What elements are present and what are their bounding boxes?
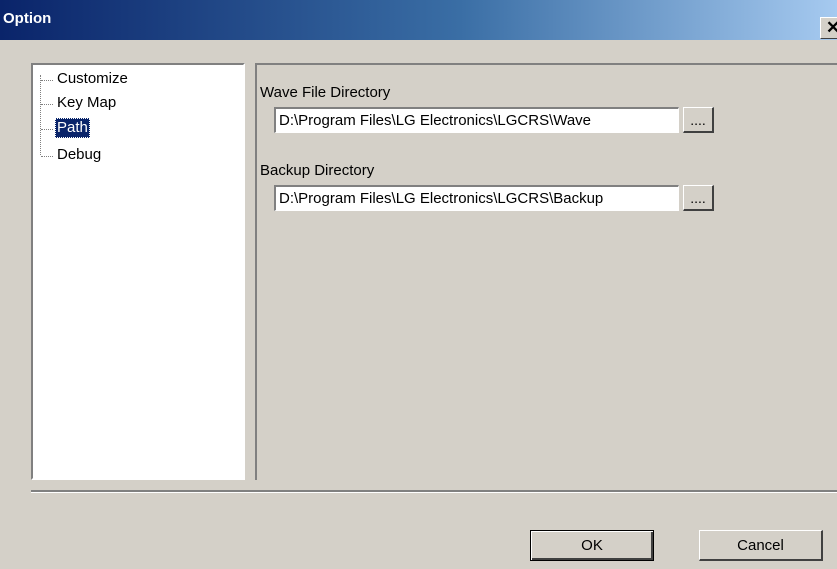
tree-item-label: Path	[55, 118, 90, 138]
tree-item-label: Customize	[57, 70, 128, 87]
backup-directory-label: Backup Directory	[260, 162, 375, 179]
tree-branch	[41, 129, 53, 130]
tree-branch	[41, 104, 53, 105]
title-bar[interactable]: Option ✕	[0, 0, 837, 40]
backup-browse-button[interactable]: ....	[683, 185, 714, 211]
wave-browse-button[interactable]: ....	[683, 107, 714, 133]
tree-connector-line	[40, 75, 41, 155]
option-dialog: Option ✕ Customize Key Map Path Debug Wa…	[0, 0, 837, 569]
close-icon: ✕	[826, 18, 837, 37]
window-title: Option	[3, 10, 52, 27]
tree-item-label: Debug	[57, 146, 102, 163]
tree-item-label: Key Map	[57, 94, 117, 111]
cancel-button[interactable]: Cancel	[699, 530, 823, 561]
ok-button[interactable]: OK	[530, 530, 654, 561]
wave-directory-label: Wave File Directory	[260, 84, 391, 101]
wave-directory-input[interactable]	[274, 107, 679, 133]
close-button[interactable]: ✕	[820, 17, 837, 39]
footer-separator	[31, 490, 837, 493]
tree-branch	[41, 156, 53, 157]
options-tree[interactable]: Customize Key Map Path Debug	[31, 63, 245, 480]
tree-branch	[41, 80, 53, 81]
path-settings-panel: Wave File Directory .... Backup Director…	[255, 63, 837, 480]
backup-directory-input[interactable]	[274, 185, 679, 211]
